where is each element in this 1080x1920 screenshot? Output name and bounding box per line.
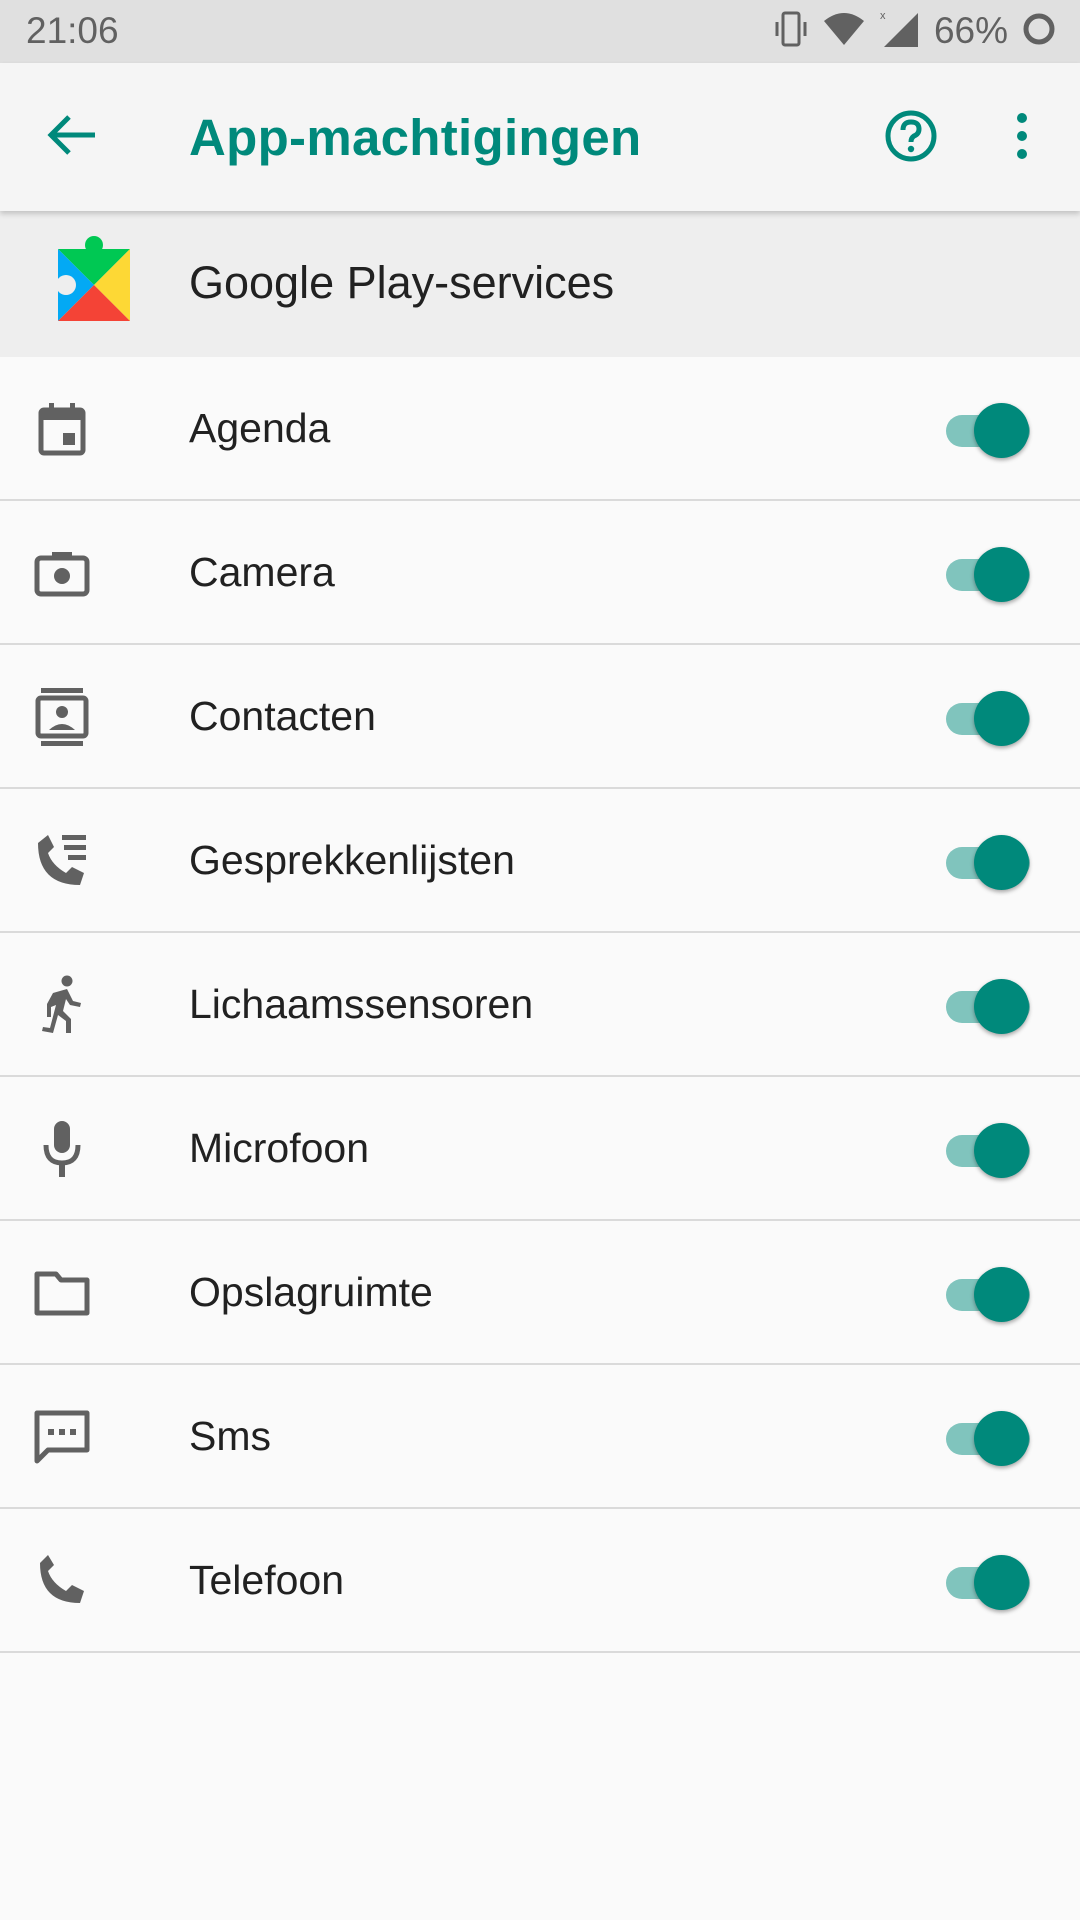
app-header: Google Play-services xyxy=(0,211,1080,357)
app-bar: App-machtigingen xyxy=(0,63,1080,211)
battery-percent: 66% xyxy=(933,10,1008,51)
svg-text:x: x xyxy=(880,10,886,22)
toggle-lichaamssensoren[interactable] xyxy=(946,979,1030,1034)
toggle-microfoon[interactable] xyxy=(946,1123,1030,1178)
permission-label: Telefoon xyxy=(189,1557,345,1603)
permission-label: Sms xyxy=(189,1413,271,1459)
permission-label: Camera xyxy=(189,549,335,595)
help-button[interactable] xyxy=(880,107,942,169)
phone-icon xyxy=(30,1551,94,1611)
calendar-icon xyxy=(30,399,94,459)
toggle-opslagruimte[interactable] xyxy=(946,1267,1030,1322)
app-name: Google Play-services xyxy=(189,257,615,308)
status-time: 21:06 xyxy=(26,10,119,51)
status-icons: x 66% xyxy=(774,8,1056,54)
toggle-telefoon[interactable] xyxy=(946,1555,1030,1610)
permission-label: Microfoon xyxy=(189,1125,370,1171)
permission-row-opslagruimte[interactable]: Opslagruimte xyxy=(0,1221,1080,1365)
folder-icon xyxy=(30,1263,94,1323)
permission-label: Opslagruimte xyxy=(189,1269,433,1315)
battery-icon xyxy=(1022,12,1056,51)
permission-row-agenda[interactable]: Agenda xyxy=(0,357,1080,501)
help-circle-icon xyxy=(884,109,938,168)
status-bar: 21:06 x 66% xyxy=(0,0,1080,63)
camera-icon xyxy=(30,543,94,603)
google-play-services-icon xyxy=(56,235,130,325)
microphone-icon xyxy=(30,1119,94,1179)
permission-label: Agenda xyxy=(189,405,331,451)
permission-label: Gesprekkenlijsten xyxy=(189,837,515,883)
permission-list: Agenda Camera Contacten Gesprekkenlijste… xyxy=(0,357,1080,1653)
wifi-icon xyxy=(822,11,866,52)
more-options-button[interactable] xyxy=(992,107,1052,169)
permission-row-sms[interactable]: Sms xyxy=(0,1365,1080,1509)
call-log-icon xyxy=(30,831,94,891)
toggle-agenda[interactable] xyxy=(946,403,1030,458)
arrow-back-icon xyxy=(47,113,97,162)
back-button[interactable] xyxy=(42,107,102,167)
permission-label: Lichaamssensoren xyxy=(189,981,534,1027)
toggle-contacten[interactable] xyxy=(946,691,1030,746)
vibrate-icon xyxy=(774,10,808,53)
permission-row-telefoon[interactable]: Telefoon xyxy=(0,1509,1080,1653)
sms-icon xyxy=(30,1407,94,1467)
toggle-gesprekkenlijsten[interactable] xyxy=(946,835,1030,890)
page-title: App-machtigingen xyxy=(189,109,642,166)
more-vert-icon xyxy=(1014,112,1030,165)
permission-label: Contacten xyxy=(189,693,376,739)
toggle-camera[interactable] xyxy=(946,547,1030,602)
permission-row-gesprekkenlijsten[interactable]: Gesprekkenlijsten xyxy=(0,789,1080,933)
running-person-icon xyxy=(30,975,94,1035)
permission-row-contacten[interactable]: Contacten xyxy=(0,645,1080,789)
permission-row-microfoon[interactable]: Microfoon xyxy=(0,1077,1080,1221)
permission-row-lichaamssensoren[interactable]: Lichaamssensoren xyxy=(0,933,1080,1077)
contacts-icon xyxy=(30,687,94,747)
permission-row-camera[interactable]: Camera xyxy=(0,501,1080,645)
toggle-sms[interactable] xyxy=(946,1411,1030,1466)
signal-icon: x xyxy=(880,9,920,54)
